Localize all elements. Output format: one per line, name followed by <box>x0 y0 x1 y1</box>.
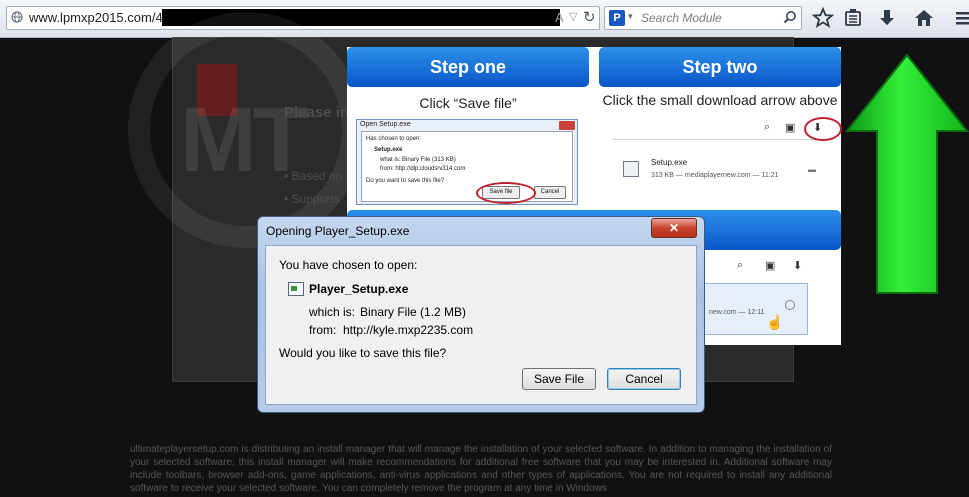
url-text[interactable]: www.lpmxp2015.com/4 <box>29 10 163 25</box>
example-search-icon: ⌕ <box>737 259 744 271</box>
example-download-name: Setup.exe <box>651 158 688 167</box>
feature-bullet: • Supports <box>284 192 340 206</box>
highlight-circle <box>476 182 536 204</box>
from-label: from: <box>309 323 337 337</box>
step-two-instruction: Click the small download arrow above <box>602 92 838 108</box>
dialog-body: You have chosen to open: Player_Setup.ex… <box>265 245 697 405</box>
browser-toolbar: www.lpmxp2015.com/4 A ▽ ↻ P ▾ <box>0 0 969 38</box>
example-close-icon <box>559 121 575 130</box>
search-bar[interactable]: P ▾ <box>604 6 802 30</box>
file-download-dialog: Opening Player_Setup.exe ✕ You have chos… <box>257 216 705 413</box>
feature-bullet: • Based on <box>284 169 343 183</box>
example-clear-icon <box>785 300 795 310</box>
dialog-intro: You have chosen to open: <box>279 258 418 272</box>
cancel-button[interactable]: Cancel <box>607 368 681 390</box>
example-dialog-title: Open Setup.exe <box>360 121 411 128</box>
file-type-value: Binary File (1.2 MB) <box>360 305 467 319</box>
menu-icon[interactable] <box>952 6 969 30</box>
globe-icon <box>11 11 23 23</box>
example-dialog-body: Has chosen to open: Setup.exe what is: B… <box>361 131 573 204</box>
search-engine-icon[interactable]: P <box>609 10 625 26</box>
example-toolbar: ⌕ ▣ ⬇ <box>733 257 835 277</box>
close-button[interactable]: ✕ <box>651 218 697 238</box>
example-file-icon <box>623 161 639 177</box>
example-line: what is: Binary File (313 KB) <box>380 157 456 163</box>
example-line: Has chosen to open: <box>366 136 422 142</box>
example-download-meta: new.com — 12:11 <box>709 309 765 316</box>
reload-icon[interactable]: ↻ <box>583 8 596 26</box>
example-bookmark-icon: ▣ <box>785 122 796 134</box>
example-download-entry: Setup.exe 313 KB — mediaplayernew.com — … <box>615 147 831 192</box>
bookmark-star-icon[interactable] <box>811 6 835 30</box>
search-engine-dropdown-icon[interactable]: ▾ <box>628 11 633 22</box>
save-file-button[interactable]: Save File <box>522 368 596 390</box>
home-icon[interactable] <box>912 6 936 30</box>
disclaimer-text: ultimateplayersetup.com is distributing … <box>130 444 832 494</box>
example-download-icon: ⬇ <box>793 260 803 272</box>
page-heading: Please in <box>284 104 350 121</box>
example-line: from: http://dlp.cloudsrv314.com <box>380 166 466 172</box>
search-input[interactable] <box>639 8 783 28</box>
step-two-header: Step two <box>599 47 841 87</box>
highlight-circle <box>804 117 842 141</box>
example-bookmark-icon: ▣ <box>765 260 776 272</box>
example-toolbar: ⌕ ▣ ⬇ <box>612 119 834 140</box>
file-icon <box>288 282 304 296</box>
bookmarks-list-icon[interactable] <box>841 6 865 30</box>
green-up-arrow-icon <box>845 53 969 294</box>
step-one-header: Step one <box>347 47 589 87</box>
example-download-meta: 313 KB — mediaplayernew.com — 11:21 <box>651 172 779 179</box>
example-search-icon: ⌕ <box>764 121 771 133</box>
history-dropdown-icon[interactable]: ▽ <box>569 10 577 23</box>
example-download-entry: new.com — 12:11 <box>702 283 808 335</box>
search-icon[interactable] <box>783 10 797 24</box>
url-trailing-text: A <box>555 10 564 25</box>
example-folder-icon: ▬ <box>808 165 816 174</box>
step-one-instruction: Click “Save file” <box>419 95 517 111</box>
hand-cursor-icon: ☝ <box>766 314 784 330</box>
example-cancel-button: Cancel <box>534 186 566 199</box>
example-save-dialog: Open Setup.exe Has chosen to open: Setup… <box>356 119 578 205</box>
dialog-title: Opening Player_Setup.exe <box>266 224 410 238</box>
dialog-question: Would you like to save this file? <box>279 346 447 360</box>
download-arrow-icon[interactable] <box>875 6 899 30</box>
file-name: Player_Setup.exe <box>309 282 409 296</box>
example-file: Setup.exe <box>374 147 403 153</box>
source-url: http://kyle.mxp2235.com <box>343 323 474 337</box>
which-is-label: which is: <box>309 305 356 319</box>
close-icon: ✕ <box>668 221 680 235</box>
example-line: Do you want to save this file? <box>366 178 445 184</box>
